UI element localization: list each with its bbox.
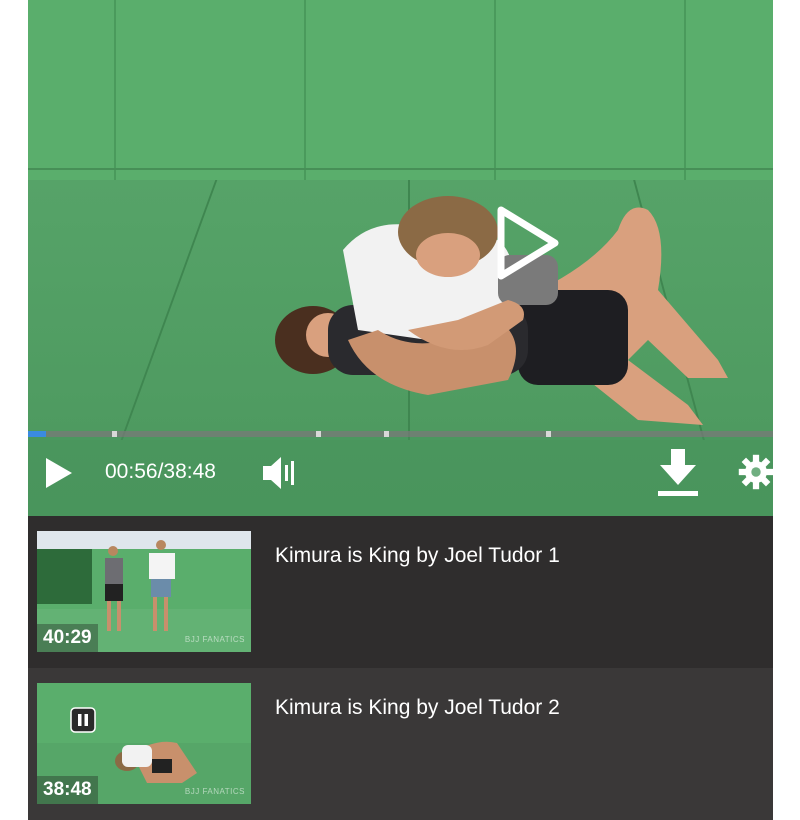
total-duration: 38:48 [163,460,216,483]
playlist-item-selected[interactable]: 38:48 BJJ FANATICS Kimura is King by Joe… [28,668,773,820]
watermark: BJJ FANATICS [184,787,245,796]
video-title[interactable]: Kimura is King by Joel Tudor 1 [275,544,560,568]
video-duration: 40:29 [37,624,98,652]
playlist: 40:29 BJJ FANATICS Kimura is King by Joe… [28,516,773,820]
player-controls: 00:56/38:48 [28,437,773,516]
video-thumbnail[interactable]: 40:29 BJJ FANATICS [37,531,251,652]
video-thumbnail[interactable]: 38:48 BJJ FANATICS [37,683,251,804]
play-icon[interactable] [44,456,74,490]
video-player[interactable]: 00:56/38:48 [28,0,773,516]
volume-icon[interactable] [261,454,299,492]
video-frame [275,196,728,425]
pause-icon[interactable] [70,707,96,733]
download-icon[interactable] [656,447,700,497]
time-display: 00:56/38:48 [105,460,216,484]
gear-icon[interactable] [738,449,773,495]
big-play-icon[interactable] [493,204,563,282]
video-title[interactable]: Kimura is King by Joel Tudor 2 [275,696,560,720]
current-time: 00:56 [105,460,158,483]
watermark: BJJ FANATICS [184,635,245,644]
playlist-item[interactable]: 40:29 BJJ FANATICS Kimura is King by Joe… [28,516,773,668]
